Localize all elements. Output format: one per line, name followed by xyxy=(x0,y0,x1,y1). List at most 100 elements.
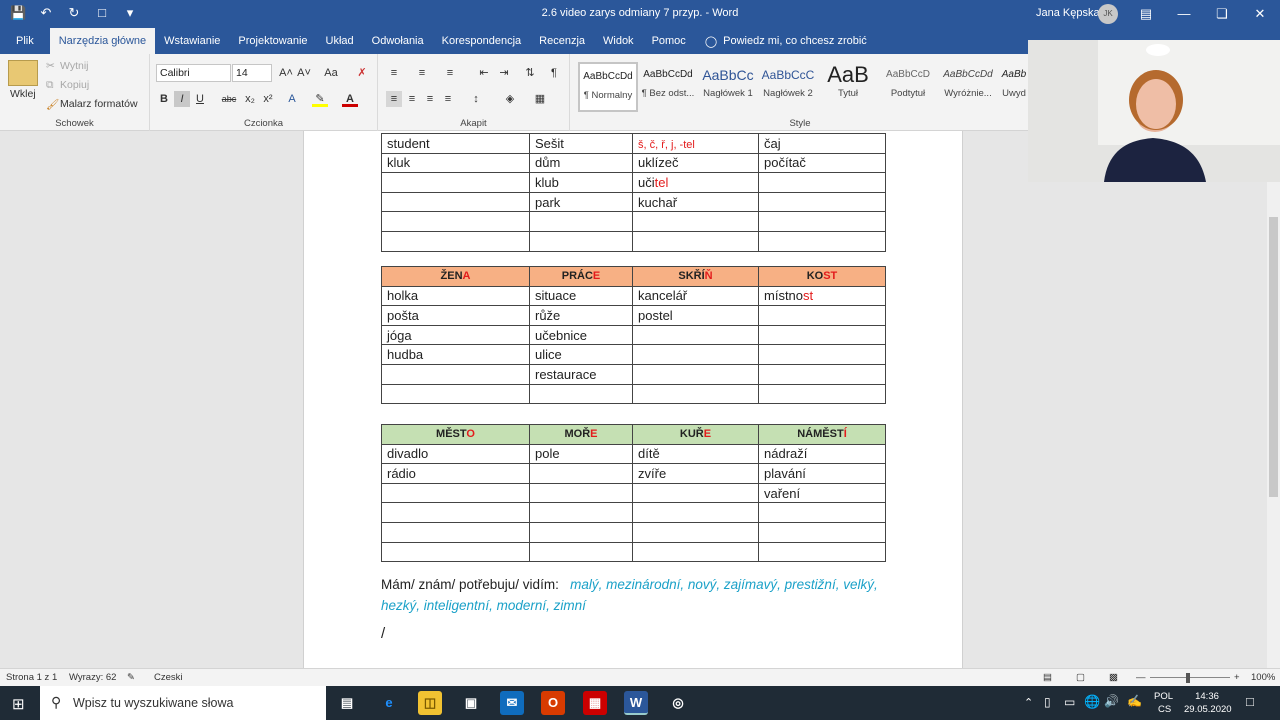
tab-view[interactable]: Widok xyxy=(594,28,643,54)
table-cell[interactable] xyxy=(529,230,633,252)
table-cell[interactable]: růže xyxy=(529,305,633,326)
table-cell[interactable] xyxy=(632,344,759,365)
table-cell[interactable] xyxy=(758,502,886,523)
table-cell[interactable]: postel xyxy=(632,305,759,326)
highlight-icon[interactable]: ✎ xyxy=(312,91,328,107)
tray-expand-icon[interactable]: ⌃ xyxy=(1024,696,1033,709)
line-spacing-icon[interactable]: ↕ xyxy=(468,91,484,107)
style-normal[interactable]: AaBbCcDd ¶ Normalny xyxy=(578,62,638,112)
text-effects-icon[interactable]: A xyxy=(284,91,300,107)
table-header-cell[interactable]: MOŘE xyxy=(529,424,633,445)
table-cell[interactable] xyxy=(529,383,633,405)
new-document-icon[interactable]: □ xyxy=(94,5,110,21)
paste-icon[interactable] xyxy=(8,60,38,86)
zoom-in-icon[interactable]: + xyxy=(1234,672,1240,683)
store-icon[interactable]: ▣ xyxy=(459,691,483,715)
close-icon[interactable]: ✕ xyxy=(1241,0,1279,28)
change-case-icon[interactable]: Aa xyxy=(320,65,342,81)
table-cell[interactable] xyxy=(632,502,759,523)
table-cell[interactable] xyxy=(529,502,633,523)
customize-qat-icon[interactable]: ▾ xyxy=(122,5,138,21)
table-cell[interactable] xyxy=(758,230,886,252)
table-cell[interactable]: hudba xyxy=(381,344,530,365)
windows-start-icon[interactable]: ⊞ xyxy=(12,695,25,713)
redo-icon[interactable]: ↻ xyxy=(66,5,82,21)
sort-icon[interactable]: ⇅ xyxy=(522,65,538,81)
style-heading-1[interactable]: AaBbCc Nagłówek 1 xyxy=(698,62,758,112)
table-cell[interactable]: nádraží xyxy=(758,443,886,465)
table-cell[interactable]: dům xyxy=(529,152,633,174)
strikethrough-icon[interactable]: abc xyxy=(220,91,238,107)
table-cell[interactable] xyxy=(529,521,633,543)
table-cell[interactable] xyxy=(529,482,633,504)
table-cell[interactable] xyxy=(529,541,633,563)
copy-button[interactable]: Kopiuj xyxy=(60,79,89,91)
table-cell[interactable]: pošta xyxy=(381,305,530,326)
edge-icon[interactable]: e xyxy=(377,691,401,715)
taskbar-search[interactable]: ⚲ Wpisz tu wyszukiwane słowa xyxy=(40,686,326,720)
table-cell[interactable] xyxy=(632,324,759,346)
network-icon[interactable]: ▭ xyxy=(1064,695,1075,709)
table-cell[interactable] xyxy=(758,363,886,385)
table-cell[interactable] xyxy=(632,363,759,385)
table-cell[interactable] xyxy=(529,463,633,484)
table-cell[interactable]: vaření xyxy=(758,482,886,504)
table-cell[interactable] xyxy=(758,305,886,326)
file-explorer-icon[interactable]: ◫ xyxy=(418,691,442,715)
tab-references[interactable]: Odwołania xyxy=(363,28,433,54)
align-center-icon[interactable]: ≡ xyxy=(404,91,420,107)
table-header-cell[interactable]: ŽENA xyxy=(381,266,530,287)
clock[interactable]: 14:36 29.05.2020 xyxy=(1184,690,1232,716)
table-cell[interactable]: situace xyxy=(529,285,633,307)
table-cell[interactable]: kancelář xyxy=(632,285,759,307)
style-subtitle[interactable]: AaBbCcD Podtytuł xyxy=(878,62,938,112)
web-layout-icon[interactable]: ▩ xyxy=(1109,672,1118,683)
multilevel-list-icon[interactable]: ≡ xyxy=(442,65,458,81)
page-count[interactable]: Strona 1 z 1 xyxy=(6,672,57,683)
italic-icon[interactable]: I xyxy=(174,91,190,107)
office-icon[interactable]: O xyxy=(541,691,565,715)
read-mode-icon[interactable]: ▤ xyxy=(1043,672,1052,683)
clear-formatting-icon[interactable]: ✗ xyxy=(354,65,370,81)
minimize-icon[interactable]: — xyxy=(1165,0,1203,28)
table-cell[interactable] xyxy=(632,482,759,504)
zoom-slider[interactable] xyxy=(1150,677,1230,678)
volume-icon[interactable]: 🔊 xyxy=(1104,694,1119,708)
zoom-slider-thumb[interactable] xyxy=(1186,673,1190,683)
table-cell[interactable]: š, č, ř, j, -tel xyxy=(632,133,759,154)
table-cell[interactable]: Sešit xyxy=(529,133,633,154)
tell-me-box[interactable]: ◯ Powiedz mi, co chcesz zrobić xyxy=(705,35,867,48)
table-cell[interactable] xyxy=(381,191,530,213)
scroll-thumb[interactable] xyxy=(1269,217,1278,497)
obs-icon[interactable]: ◎ xyxy=(666,691,690,715)
table-cell[interactable] xyxy=(758,211,886,232)
cut-button[interactable]: Wytnij xyxy=(60,60,89,72)
table-cell[interactable] xyxy=(381,383,530,405)
table-cell[interactable]: kluk xyxy=(381,152,530,174)
table-cell[interactable]: restaurace xyxy=(529,363,633,385)
table-cell[interactable] xyxy=(758,383,886,405)
style-title[interactable]: AaB Tytuł xyxy=(818,62,878,112)
tab-review[interactable]: Recenzja xyxy=(530,28,594,54)
print-layout-icon[interactable]: ▢ xyxy=(1076,672,1085,683)
paste-button[interactable]: Wklej xyxy=(10,88,36,100)
tab-design[interactable]: Projektowanie xyxy=(229,28,316,54)
align-left-icon[interactable]: ≡ xyxy=(386,91,402,107)
vertical-scrollbar[interactable] xyxy=(1267,131,1280,668)
table-cell[interactable]: jóga xyxy=(381,324,530,346)
table-cell[interactable] xyxy=(529,211,633,232)
tab-file[interactable]: Plik xyxy=(0,28,50,54)
task-view-icon[interactable]: ▤ xyxy=(335,691,359,715)
style-strong[interactable]: AaBb Uwyd xyxy=(998,62,1030,112)
noun-table-feminine[interactable]: ŽENA PRÁCE SKŘÍŇ KOST holka situace kancelář mí… xyxy=(381,266,886,405)
notifications-icon[interactable]: □ xyxy=(1246,694,1254,709)
tab-help[interactable]: Pomoc xyxy=(643,28,695,54)
table-cell[interactable]: učebnice xyxy=(529,324,633,346)
table-cell[interactable] xyxy=(758,172,886,193)
table-cell[interactable] xyxy=(632,541,759,563)
format-painter-button[interactable]: Malarz formatów xyxy=(60,98,138,110)
increase-indent-icon[interactable]: ⇥ xyxy=(496,65,512,81)
language-indicator[interactable]: Czeski xyxy=(154,672,183,683)
bullets-icon[interactable]: ≡ xyxy=(386,65,402,81)
table-cell[interactable] xyxy=(758,191,886,213)
